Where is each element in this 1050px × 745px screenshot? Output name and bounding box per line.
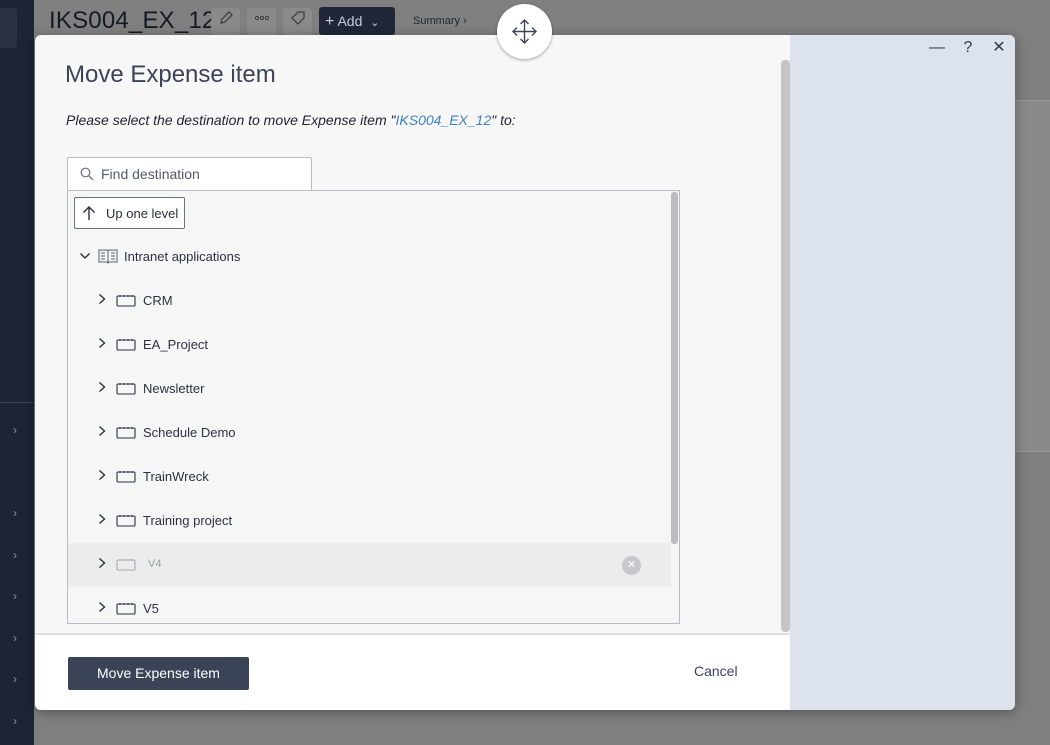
tree-root-label: Intranet applications [124, 249, 241, 264]
tree-row-training-project[interactable]: Training project [68, 499, 671, 543]
nav-expand-icon[interactable]: › [8, 423, 22, 437]
move-drag-handle[interactable] [497, 4, 552, 59]
chevron-right-icon[interactable] [97, 469, 107, 481]
left-nav-selected [0, 8, 17, 48]
tree-row-label: V5 [143, 601, 159, 616]
folder-icon [116, 383, 136, 395]
chevron-right-icon[interactable] [97, 601, 107, 613]
chevron-down-icon[interactable] [79, 251, 91, 261]
find-destination-input[interactable] [101, 164, 301, 184]
search-icon [80, 167, 94, 181]
dialog-footer: Move Expense item Cancel [35, 635, 790, 710]
chevron-right-icon[interactable] [97, 293, 107, 305]
left-nav-divider [0, 402, 34, 403]
search-box [67, 157, 312, 190]
move-expense-item-button[interactable]: Move Expense item [68, 657, 249, 690]
summary-link[interactable]: Summary › [413, 15, 467, 27]
page-title: IKS004_EX_12 [49, 7, 216, 34]
add-label: Add [337, 13, 363, 29]
tree-row-label: V4 [148, 558, 162, 570]
tree-row-newsletter[interactable]: Newsletter [68, 367, 671, 411]
edit-icon[interactable] [211, 8, 240, 35]
cancel-button[interactable]: Cancel [694, 663, 738, 679]
nav-expand-icon[interactable]: › [8, 589, 22, 603]
more-options-icon[interactable] [247, 8, 276, 35]
tree-row-label: TrainWreck [143, 469, 209, 484]
tree-row-label: EA_Project [143, 337, 209, 352]
left-nav: › › › › › › › [0, 0, 34, 745]
chevron-right-icon[interactable] [97, 381, 107, 393]
chevron-right-icon[interactable] [97, 513, 107, 525]
arrow-up-icon [83, 206, 95, 220]
nav-expand-icon[interactable]: › [8, 548, 22, 562]
tree-scrollbar[interactable] [671, 192, 678, 544]
up-one-level-label: Up one level [106, 206, 179, 221]
tree-row-crm[interactable]: CRM [68, 279, 671, 323]
folder-icon [116, 295, 136, 307]
dialog-scrollbar[interactable] [781, 60, 790, 632]
add-button[interactable]: + Add ⌄ [319, 7, 395, 35]
dialog-description: Please select the destination to move Ex… [66, 112, 516, 128]
description-prefix: Please select the destination to move Ex… [66, 112, 396, 128]
chevron-right-icon[interactable] [97, 337, 107, 349]
tree-row-v5[interactable]: V5 [68, 587, 671, 623]
tree-row-label: Schedule Demo [143, 425, 236, 440]
plus-icon: + [325, 13, 335, 30]
chevron-down-icon: ⌄ [370, 17, 380, 29]
book-icon [98, 249, 118, 264]
up-one-level-button[interactable]: Up one level [74, 197, 185, 229]
folder-icon [116, 427, 136, 439]
tree-row-trainwreck[interactable]: TrainWreck [68, 455, 671, 499]
close-icon[interactable]: ✕ [990, 39, 1008, 57]
minimize-icon[interactable]: — [928, 39, 946, 57]
tree-row-ea-project[interactable]: EA_Project [68, 323, 671, 367]
chevron-right-icon[interactable] [97, 557, 107, 569]
folder-icon [116, 339, 136, 351]
nav-expand-icon[interactable]: › [8, 506, 22, 520]
chevron-right-icon[interactable] [97, 425, 107, 437]
tree-root-row[interactable]: Intranet applications [68, 235, 671, 279]
move-arrows-icon [512, 19, 537, 44]
item-name-link[interactable]: IKS004_EX_12 [396, 112, 492, 128]
folder-icon [116, 471, 136, 483]
tree-row-v4: V4 ✕ [68, 543, 671, 587]
tree-row-label: Newsletter [143, 381, 205, 396]
folder-icon [116, 603, 136, 615]
tag-icon[interactable] [283, 8, 312, 35]
help-icon[interactable]: ? [959, 39, 977, 57]
nav-expand-icon[interactable]: › [8, 631, 22, 645]
tree-row-label: Training project [143, 513, 233, 528]
disabled-indicator-icon: ✕ [622, 556, 641, 575]
tree-row-label: CRM [143, 293, 173, 308]
folder-icon [116, 515, 136, 527]
nav-expand-icon[interactable]: › [8, 714, 22, 728]
nav-expand-icon[interactable]: › [8, 672, 22, 686]
dialog-side-panel [790, 35, 1015, 710]
move-dialog: — ? ✕ Move Expense item Please select th… [35, 35, 1015, 710]
folder-icon [116, 559, 136, 571]
destination-tree: Up one level Intranet applications CRM E… [67, 190, 680, 624]
dialog-title: Move Expense item [65, 61, 276, 88]
tree-row-schedule-demo[interactable]: Schedule Demo [68, 411, 671, 455]
background-panel [1015, 100, 1050, 452]
description-suffix: " to: [491, 112, 516, 128]
